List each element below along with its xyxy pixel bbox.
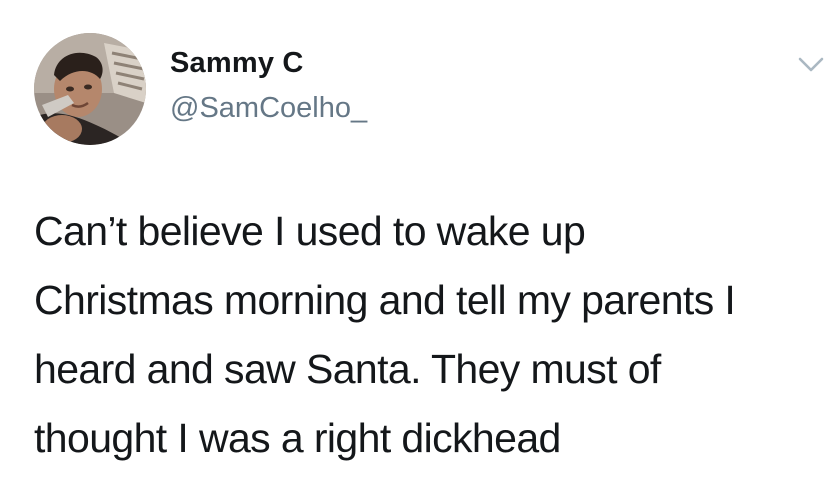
author-display-name[interactable]: Sammy C — [170, 47, 304, 80]
tweet-text-line: Christmas morning and tell my parents I — [34, 277, 736, 323]
tweet-text-line: Can’t believe I used to wake up — [34, 208, 586, 254]
tweet-text: Can’t believe I used to wake up Christma… — [34, 197, 824, 473]
tweet-card: Sammy C @SamCoelho_ Can’t believe I used… — [0, 0, 828, 490]
chevron-down-icon[interactable] — [798, 56, 824, 74]
tweet-text-line: thought I was a right dickhead — [34, 415, 561, 461]
avatar[interactable] — [34, 33, 146, 145]
author-handle[interactable]: @SamCoelho_ — [170, 92, 367, 125]
profile-photo-icon — [34, 33, 146, 145]
tweet-text-line: heard and saw Santa. They must of — [34, 346, 661, 392]
